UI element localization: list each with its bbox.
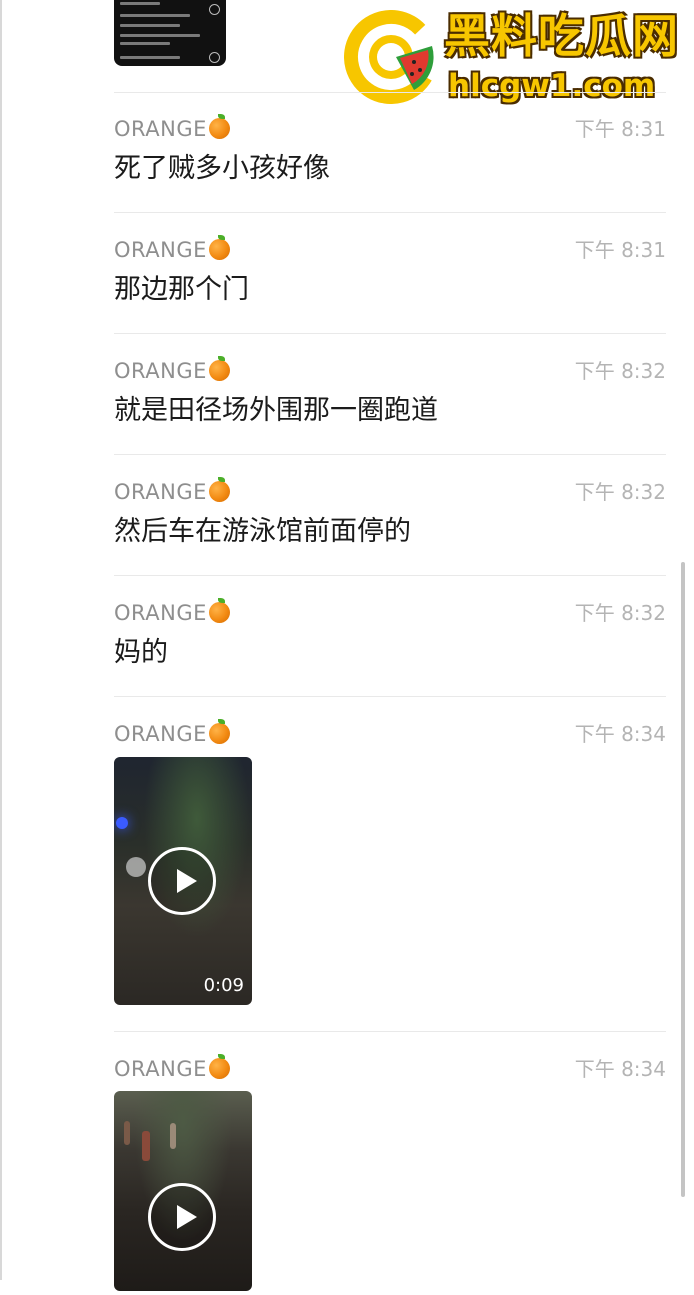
vehicle-light [126, 857, 146, 877]
message-text: 死了贼多小孩好像 [114, 153, 330, 184]
comment-icon [209, 52, 220, 63]
video-thumbnail[interactable]: 0:09 [114, 757, 252, 1005]
message-divider [114, 575, 666, 576]
orange-emoji-icon [208, 477, 230, 502]
thumb-line [120, 34, 200, 37]
orange-emoji-icon [208, 598, 230, 623]
scrollbar[interactable] [681, 562, 685, 1197]
sender-name: ORANGE [114, 114, 230, 143]
message-divider [114, 212, 666, 213]
message-time: 下午 8:34 [574, 722, 666, 746]
watermark-url: hlcgw1.com [448, 68, 656, 104]
person-figure [170, 1123, 176, 1149]
thumb-line [120, 14, 190, 17]
orange-emoji-icon [208, 235, 230, 260]
message-time: 下午 8:31 [574, 238, 666, 262]
watermark-logo-icon [344, 10, 438, 104]
play-icon[interactable] [148, 1183, 216, 1251]
message-item[interactable]: ORANGE 下午 8:32 然后车在游泳馆前面停的 [114, 477, 666, 558]
watermark-title: 黑料吃瓜网 [444, 9, 679, 63]
message-time: 下午 8:31 [574, 117, 666, 141]
message-item[interactable]: ORANGE 下午 8:32 就是田径场外围那一圈跑道 [114, 356, 666, 437]
message-item[interactable]: ORANGE 下午 8:31 那边那个门 [114, 235, 666, 316]
message-time: 下午 8:34 [574, 1057, 666, 1081]
orange-emoji-icon [208, 114, 230, 139]
message-divider [114, 454, 666, 455]
message-item[interactable]: ORANGE 下午 8:32 妈的 [114, 598, 666, 679]
thumb-line [120, 2, 160, 5]
message-time: 下午 8:32 [574, 480, 666, 504]
video-thumbnail[interactable] [114, 1091, 252, 1291]
thumb-line [120, 42, 170, 45]
thumb-line [120, 56, 180, 59]
sender-name: ORANGE [114, 719, 230, 748]
orange-emoji-icon [208, 356, 230, 381]
message-item[interactable]: ORANGE 下午 8:34 0:09 [114, 719, 666, 1032]
orange-emoji-icon [208, 1054, 230, 1079]
sender-name: ORANGE [114, 1054, 230, 1083]
message-item[interactable]: ORANGE 下午 8:34 [114, 1054, 666, 1295]
share-icon [209, 4, 220, 15]
message-item[interactable]: ORANGE 下午 8:31 死了贼多小孩好像 [114, 114, 666, 195]
sender-name: ORANGE [114, 356, 230, 385]
thumb-line [120, 24, 180, 27]
video-duration: 0:09 [203, 975, 244, 996]
message-text: 那边那个门 [114, 274, 249, 305]
message-text: 然后车在游泳馆前面停的 [114, 516, 411, 547]
person-figure [142, 1131, 150, 1161]
sender-name: ORANGE [114, 477, 230, 506]
message-divider [114, 333, 666, 334]
sender-name: ORANGE [114, 598, 230, 627]
police-light [116, 817, 128, 829]
message-time: 下午 8:32 [574, 359, 666, 383]
sender-name: ORANGE [114, 235, 230, 264]
message-text: 妈的 [114, 637, 168, 668]
message-text: 就是田径场外围那一圈跑道 [114, 395, 438, 426]
message-divider [114, 696, 666, 697]
person-figure [124, 1121, 130, 1145]
window-edge [0, 0, 2, 1280]
message-divider [114, 92, 666, 93]
message-time: 下午 8:32 [574, 601, 666, 625]
message-divider [114, 1031, 666, 1032]
shared-post-thumbnail[interactable] [114, 0, 226, 66]
orange-emoji-icon [208, 719, 230, 744]
play-icon[interactable] [148, 847, 216, 915]
